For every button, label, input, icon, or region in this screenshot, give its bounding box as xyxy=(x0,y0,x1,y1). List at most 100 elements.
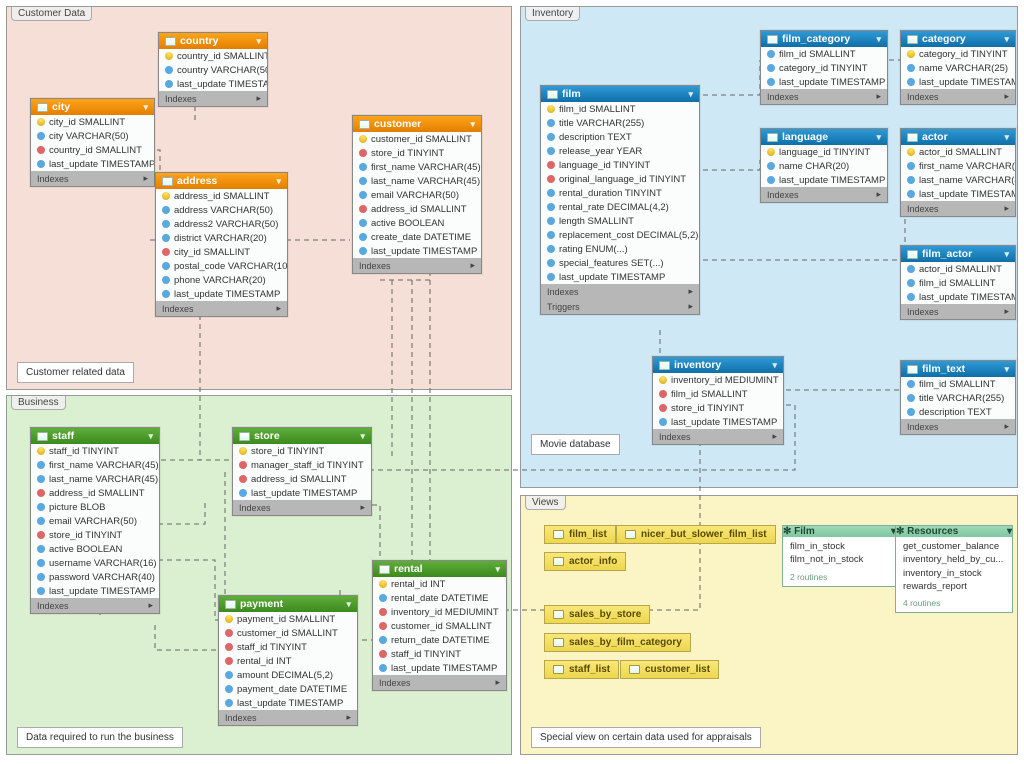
entity-city[interactable]: city▾ city_id SMALLINTcity VARCHAR(50)co… xyxy=(30,98,155,187)
view-chip-actor-info[interactable]: actor_info xyxy=(544,552,626,571)
entity-payment[interactable]: payment▾ payment_id SMALLINTcustomer_id … xyxy=(218,595,358,726)
routine-group-film-body: film_in_stockfilm_not_in_stock xyxy=(783,537,896,570)
entity-film-text-header[interactable]: film_text▾ xyxy=(901,361,1015,377)
entity-category-indexes[interactable]: Indexes▸ xyxy=(901,89,1015,104)
column-country: last_update TIMESTAMP xyxy=(159,77,267,91)
entity-country[interactable]: country▾ country_id SMALLINTcountry VARC… xyxy=(158,32,268,107)
diamond-icon xyxy=(37,573,45,581)
entity-inventory-indexes[interactable]: Indexes▸ xyxy=(653,429,783,444)
entity-rental-indexes[interactable]: Indexes▸ xyxy=(373,675,506,690)
entity-language-indexes[interactable]: Indexes▸ xyxy=(761,187,887,202)
view-chip-customer-list[interactable]: customer_list xyxy=(620,660,719,679)
column-staff: password VARCHAR(40) xyxy=(31,570,159,584)
view-chip-sales-by-store[interactable]: sales_by_store xyxy=(544,605,650,624)
diamond-icon xyxy=(359,149,367,157)
routine-item: film_in_stock xyxy=(790,540,889,553)
column-text: return_date DATETIME xyxy=(391,635,490,646)
column-text: email VARCHAR(50) xyxy=(371,190,459,201)
entity-film-text[interactable]: film_text▾ film_id SMALLINTtitle VARCHAR… xyxy=(900,360,1016,435)
column-address: postal_code VARCHAR(10) xyxy=(156,259,287,273)
column-text: customer_id SMALLINT xyxy=(371,134,472,145)
column-text: category_id TINYINT xyxy=(779,63,868,74)
table-icon xyxy=(379,565,390,574)
column-address: last_update TIMESTAMP xyxy=(156,287,287,301)
entity-city-indexes[interactable]: Indexes▸ xyxy=(31,171,154,186)
column-film: release_year YEAR xyxy=(541,144,699,158)
entity-actor[interactable]: actor▾ actor_id SMALLINTfirst_name VARCH… xyxy=(900,128,1016,217)
entity-film-actor[interactable]: film_actor▾ actor_id SMALLINTfilm_id SMA… xyxy=(900,245,1016,320)
table-icon xyxy=(907,35,918,44)
entity-payment-indexes[interactable]: Indexes▸ xyxy=(219,710,357,725)
column-customer: address_id SMALLINT xyxy=(353,202,481,216)
column-text: email VARCHAR(50) xyxy=(49,516,137,527)
entity-inventory[interactable]: inventory▾ inventory_id MEDIUMINTfilm_id… xyxy=(652,356,784,445)
entity-address-indexes[interactable]: Indexes▸ xyxy=(156,301,287,316)
table-icon xyxy=(553,610,564,619)
entity-customer-header[interactable]: customer▾ xyxy=(353,116,481,132)
column-text: city_id SMALLINT xyxy=(174,247,250,258)
entity-category-header[interactable]: category▾ xyxy=(901,31,1015,47)
entity-actor-indexes[interactable]: Indexes▸ xyxy=(901,201,1015,216)
column-film: replacement_cost DECIMAL(5,2) xyxy=(541,228,699,242)
entity-language-header[interactable]: language▾ xyxy=(761,129,887,145)
entity-staff-header[interactable]: staff▾ xyxy=(31,428,159,444)
entity-film-category[interactable]: film_category▾ film_id SMALLINT category_… xyxy=(760,30,888,105)
entity-category[interactable]: category▾ category_id TINYINTname VARCHA… xyxy=(900,30,1016,105)
chevron-down-icon: ▾ xyxy=(876,132,881,143)
column-text: city VARCHAR(50) xyxy=(49,131,129,142)
entity-film-header[interactable]: film▾ xyxy=(541,86,699,102)
entity-actor-header[interactable]: actor▾ xyxy=(901,129,1015,145)
entity-inventory-header[interactable]: inventory▾ xyxy=(653,357,783,373)
region-business-note: Data required to run the business xyxy=(17,727,183,748)
diamond-icon xyxy=(225,671,233,679)
view-chip-film-list[interactable]: film_list xyxy=(544,525,616,544)
entity-country-indexes[interactable]: Indexes▸ xyxy=(159,91,267,106)
routine-group-resources-header[interactable]: ✻ Resources▾ xyxy=(896,526,1012,537)
view-chip-sales-by-film-category[interactable]: sales_by_film_category xyxy=(544,633,691,652)
view-chip-nicer-but-slower-film-list[interactable]: nicer_but_slower_film_list xyxy=(616,525,776,544)
routine-group-resources[interactable]: ✻ Resources▾ get_customer_balanceinvento… xyxy=(895,525,1013,613)
routine-item: rewards_report xyxy=(903,580,1005,593)
entity-staff-indexes[interactable]: Indexes▸ xyxy=(31,598,159,613)
entity-film-actor-indexes[interactable]: Indexes▸ xyxy=(901,304,1015,319)
entity-address-header[interactable]: address▾ xyxy=(156,173,287,189)
entity-film-indexes[interactable]: Indexes▸ xyxy=(541,284,699,299)
entity-address[interactable]: address▾ address_id SMALLINTaddress VARC… xyxy=(155,172,288,317)
routine-group-resources-body: get_customer_balanceinventory_held_by_cu… xyxy=(896,537,1012,596)
entity-rental[interactable]: rental▾ rental_id INTrental_date DATETIM… xyxy=(372,560,507,691)
entity-payment-header[interactable]: payment▾ xyxy=(219,596,357,612)
entity-city-header[interactable]: city▾ xyxy=(31,99,154,115)
entity-rental-header[interactable]: rental▾ xyxy=(373,561,506,577)
diamond-icon xyxy=(907,265,915,273)
column-film: original_language_id TINYINT xyxy=(541,172,699,186)
entity-customer[interactable]: customer▾ customer_id SMALLINTstore_id T… xyxy=(352,115,482,274)
entity-film-actor-header[interactable]: film_actor▾ xyxy=(901,246,1015,262)
column-rental: last_update TIMESTAMP xyxy=(373,661,506,675)
column-category: last_update TIMESTAMP xyxy=(901,75,1015,89)
entity-country-header[interactable]: country▾ xyxy=(159,33,267,49)
entity-store[interactable]: store▾ store_id TINYINTmanager_staff_id … xyxy=(232,427,372,516)
routine-group-film[interactable]: ✻ Film▾ film_in_stockfilm_not_in_stock 2… xyxy=(782,525,897,587)
diamond-icon xyxy=(162,220,170,228)
key-icon xyxy=(35,445,46,456)
entity-film-text-indexes[interactable]: Indexes▸ xyxy=(901,419,1015,434)
routine-group-film-header[interactable]: ✻ Film▾ xyxy=(783,526,896,537)
entity-store-indexes[interactable]: Indexes▸ xyxy=(233,500,371,515)
entity-film-triggers[interactable]: Triggers▸ xyxy=(541,299,699,314)
entity-film-category-header[interactable]: film_category▾ xyxy=(761,31,887,47)
entity-staff[interactable]: staff▾ staff_id TINYINTfirst_name VARCHA… xyxy=(30,427,160,614)
column-film_category: film_id SMALLINT xyxy=(761,47,887,61)
entity-customer-indexes[interactable]: Indexes▸ xyxy=(353,258,481,273)
key-icon xyxy=(357,133,368,144)
view-chip-staff-list[interactable]: staff_list xyxy=(544,660,619,679)
entity-film[interactable]: film▾ film_id SMALLINTtitle VARCHAR(255)… xyxy=(540,85,700,315)
entity-language[interactable]: language▾ language_id TINYINTname CHAR(2… xyxy=(760,128,888,203)
entity-film-category-indexes[interactable]: Indexes▸ xyxy=(761,89,887,104)
key-icon xyxy=(905,146,916,157)
column-rental: staff_id TINYINT xyxy=(373,647,506,661)
column-staff: picture BLOB xyxy=(31,500,159,514)
entity-store-header[interactable]: store▾ xyxy=(233,428,371,444)
diamond-icon xyxy=(162,276,170,284)
chevron-right-icon: ▸ xyxy=(876,91,881,102)
chevron-down-icon: ▾ xyxy=(346,599,351,610)
